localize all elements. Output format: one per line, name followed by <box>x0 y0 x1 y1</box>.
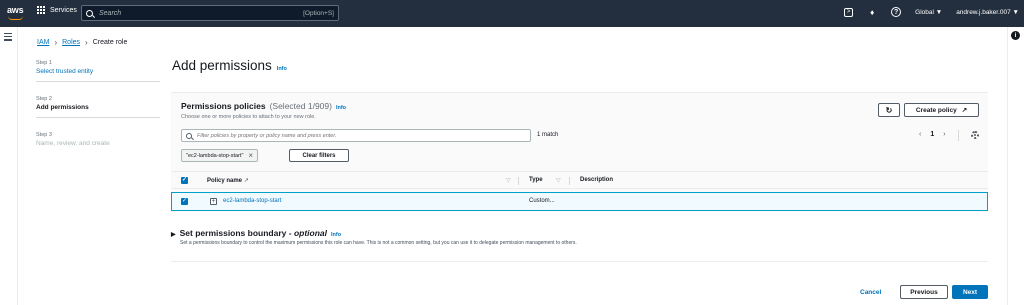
match-count: 1 match <box>537 132 559 138</box>
sort-caret-icon[interactable]: ▽ <box>506 177 511 184</box>
chevron-right-icon: › <box>54 38 58 47</box>
policies-info-link[interactable]: Info <box>336 105 346 111</box>
policy-filter-input[interactable] <box>197 132 526 139</box>
panel-subtitle: Choose one or more policies to attach to… <box>181 114 316 120</box>
services-menu-button[interactable]: Services <box>37 6 77 14</box>
create-policy-button[interactable]: Create policy ↗ <box>904 103 979 117</box>
breadcrumb: IAM › Roles › Create role <box>37 38 127 47</box>
external-link-icon: ↗ <box>961 107 968 114</box>
policy-type: Custom... <box>529 198 555 204</box>
panel-title-text: Permissions policies <box>181 101 266 111</box>
step-1-link[interactable]: Select trusted entity <box>36 68 160 75</box>
previous-page-icon[interactable]: ‹ <box>919 131 921 138</box>
permissions-policies-panel: Permissions policies (Selected 1/909) In… <box>171 92 988 212</box>
boundary-subtitle: Set a permissions boundary to control th… <box>180 240 577 246</box>
step-2-current: Add permissions <box>36 104 89 111</box>
sort-caret-icon[interactable]: ▽ <box>556 177 561 184</box>
aws-logo-text: aws <box>7 5 24 15</box>
info-panel-icon[interactable]: i <box>1011 31 1020 40</box>
next-button[interactable]: Next <box>952 285 988 299</box>
column-header-description: Description <box>580 177 614 183</box>
caret-right-icon: ▶ <box>171 232 176 238</box>
filter-token: "ec2-lambda-stop-start" × <box>181 149 259 162</box>
close-icon[interactable]: × <box>248 151 253 160</box>
aws-logo[interactable]: aws <box>7 3 27 23</box>
boundary-title: Set permissions boundary - optional <box>179 228 327 238</box>
breadcrumb-current: Create role <box>92 39 128 46</box>
page-info-link[interactable]: Info <box>277 66 287 72</box>
previous-label: Previous <box>910 288 938 296</box>
previous-button[interactable]: Previous <box>900 285 948 299</box>
wizard-step-3: Step 3 Name, review, and create <box>36 132 160 153</box>
column-divider <box>518 177 519 185</box>
boundary-info-link[interactable]: Info <box>331 232 341 238</box>
refresh-icon: ↻ <box>885 105 893 115</box>
wizard-steps: Step 1 Select trusted entity Step 2 Add … <box>36 60 160 167</box>
clear-filters-button[interactable]: Clear filters <box>289 149 349 162</box>
chevron-right-icon: › <box>85 38 88 47</box>
panel-title: Permissions policies (Selected 1/909) In… <box>181 101 346 111</box>
wizard-step-2: Step 2 Add permissions <box>36 96 160 118</box>
services-label: Services <box>50 6 77 14</box>
footer-divider <box>171 261 988 262</box>
right-tools-rail <box>1007 27 1024 305</box>
next-label: Next <box>962 288 978 296</box>
column-header-policy-name[interactable]: Policy name ↗ <box>207 177 249 184</box>
hamburger-menu-icon[interactable] <box>4 33 12 43</box>
filter-token-label: "ec2-lambda-stop-start" <box>186 152 244 159</box>
help-icon[interactable]: ? <box>891 7 902 17</box>
refresh-button[interactable]: ↻ <box>878 103 900 117</box>
top-right-controls: > ♦ ? Global ▼ andrew.j.baker.007 ▼ <box>844 7 1019 17</box>
permissions-boundary-expander[interactable]: ▶ Set permissions boundary - optional In… <box>171 228 341 238</box>
expand-row-icon[interactable]: + <box>210 198 217 205</box>
current-page-number[interactable]: 1 <box>930 131 934 138</box>
gear-icon[interactable] <box>971 131 979 139</box>
global-search-input[interactable]: Search [Option+S] <box>81 5 339 21</box>
next-page-icon[interactable]: › <box>943 131 945 138</box>
policy-name-link[interactable]: ec2-lambda-stop-start <box>223 198 281 204</box>
select-all-checkbox[interactable]: ✓ <box>181 177 188 184</box>
external-link-icon: ↗ <box>243 178 249 184</box>
top-navigation-bar: aws Services Search [Option+S] > ♦ ? Glo… <box>0 0 1024 27</box>
page-title: Add permissions Info <box>172 58 287 73</box>
pagination: ‹ 1 › <box>919 131 946 138</box>
policy-filter-field[interactable] <box>181 129 531 142</box>
cancel-button[interactable]: Cancel <box>860 289 881 296</box>
step-label: Step 2 <box>36 96 52 102</box>
aws-logo-smile <box>8 16 23 20</box>
page-title-text: Add permissions <box>172 58 272 73</box>
create-policy-label: Create policy <box>915 106 957 114</box>
search-shortcut-hint: [Option+S] <box>303 9 334 17</box>
cloudshell-icon[interactable]: > <box>844 7 854 17</box>
search-placeholder: Search <box>99 9 122 17</box>
pagination-divider <box>958 130 959 141</box>
grid-menu-icon <box>37 6 45 14</box>
search-icon <box>86 9 93 17</box>
search-icon <box>186 132 192 139</box>
column-divider <box>569 177 570 185</box>
notifications-bell-icon[interactable]: ♦ <box>867 7 877 17</box>
row-checkbox[interactable]: ✓ <box>181 198 188 205</box>
breadcrumb-iam-link[interactable]: IAM <box>37 39 49 46</box>
wizard-step-1: Step 1 Select trusted entity <box>36 60 160 82</box>
step-label: Step 3 <box>36 132 52 138</box>
table-header: ✓ Policy name ↗ ▽ Type ▽ Description <box>171 171 988 189</box>
breadcrumb-roles-link[interactable]: Roles <box>62 39 80 46</box>
left-navigation-rail <box>0 27 18 305</box>
selected-count: (Selected 1/909) <box>269 101 332 111</box>
table-row[interactable]: ✓ + ec2-lambda-stop-start Custom... <box>171 192 988 211</box>
step-3-disabled: Name, review, and create <box>36 140 110 147</box>
step-label: Step 1 <box>36 60 52 66</box>
region-selector[interactable]: Global ▼ <box>915 9 942 16</box>
column-header-type[interactable]: Type <box>529 177 543 183</box>
clear-filters-label: Clear filters <box>302 152 336 159</box>
account-menu[interactable]: andrew.j.baker.007 ▼ <box>956 9 1019 16</box>
